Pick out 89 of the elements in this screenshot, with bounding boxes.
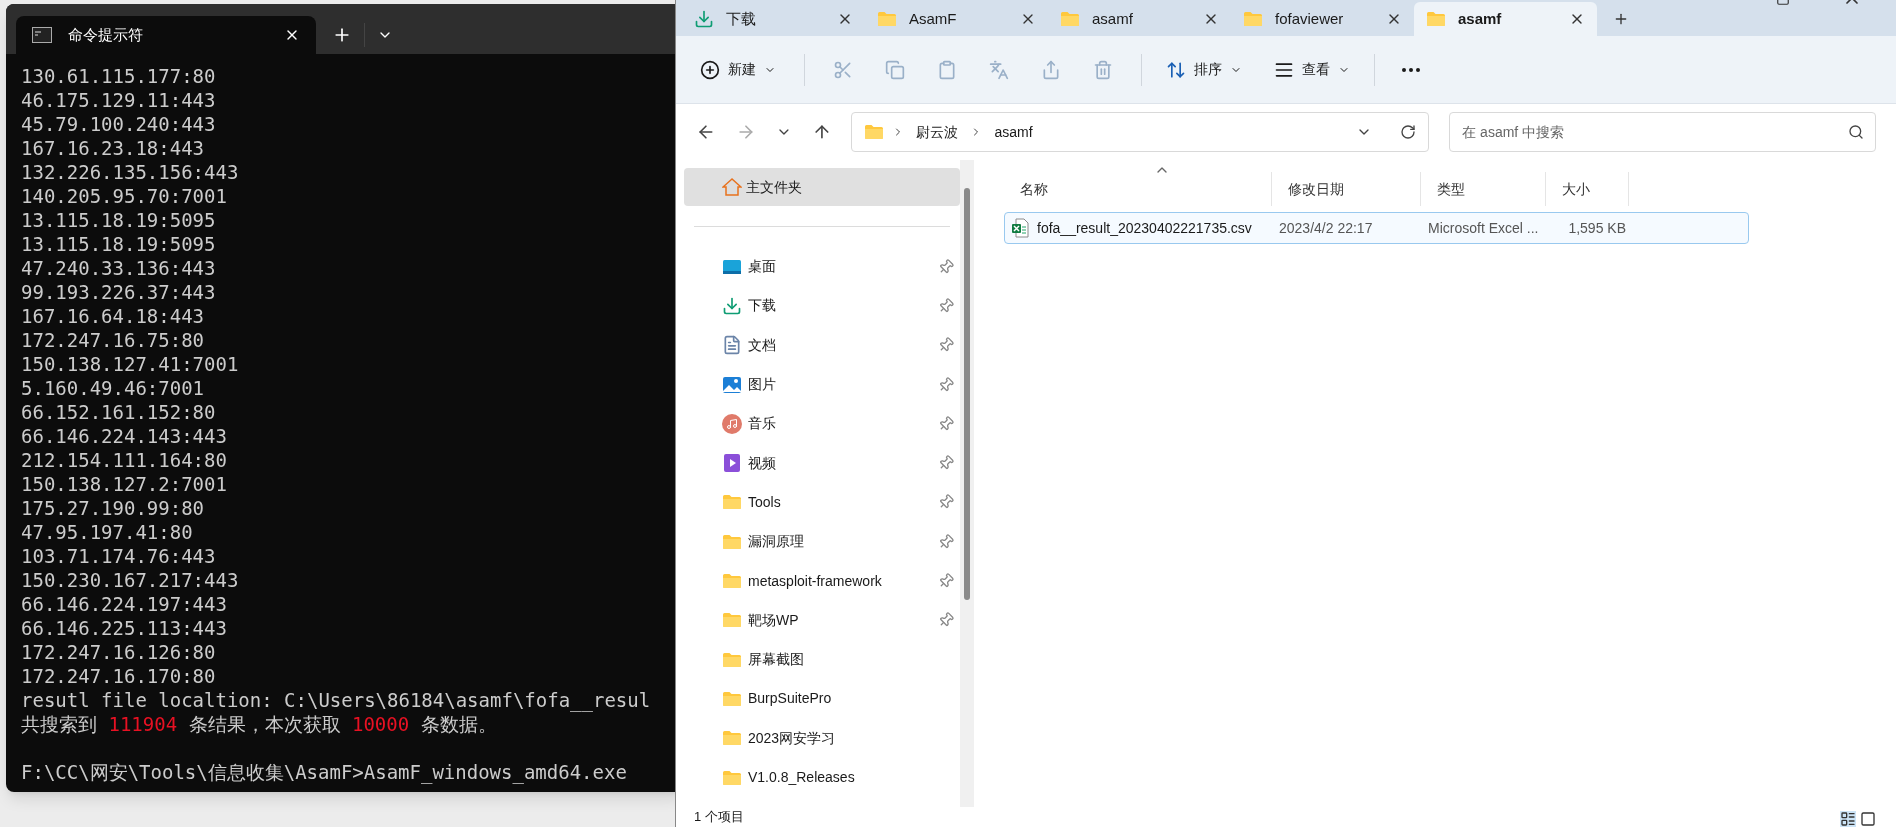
- console-line: 45.79.100.240:443: [21, 112, 217, 136]
- console-line: 13.115.18.19:5095: [21, 208, 217, 232]
- tab-title: 命令提示符: [68, 24, 144, 45]
- breadcrumb[interactable]: 尉云波: [912, 121, 963, 143]
- sort-button[interactable]: 排序: [1158, 59, 1250, 80]
- nav-item[interactable]: metasploit-framework: [684, 561, 960, 601]
- plus-circle-icon: [700, 59, 720, 80]
- console-line: 47.95.197.41:80: [21, 520, 194, 544]
- terminal-tab[interactable]: 命令提示符: [16, 16, 316, 54]
- console-line: 5.160.49.46:7001: [21, 376, 206, 400]
- spreadsheet-icon: [1011, 218, 1029, 238]
- music-icon: [722, 413, 742, 434]
- video-icon: [722, 453, 742, 474]
- console-line: 13.115.18.19:5095: [21, 232, 217, 256]
- console-line: 103.71.174.76:443: [21, 544, 217, 568]
- console-line: 66.152.161.152:80: [21, 400, 217, 424]
- console-line: 99.193.226.37:443: [21, 280, 217, 304]
- search-icon[interactable]: [1848, 124, 1864, 140]
- new-button[interactable]: 新建: [700, 59, 788, 80]
- explorer-tab[interactable]: asamf: [1414, 2, 1597, 36]
- tiles-view-icon[interactable]: [1860, 811, 1876, 827]
- console-line: 130.61.115.177:80: [21, 64, 217, 88]
- console-line: resutl file localtion: C:\Users\86184\asamf\fofa__resul: [21, 688, 652, 712]
- address-bar[interactable]: 尉云波 asamf: [851, 112, 1430, 152]
- console-line: 共搜索到 111904 条结果，本次获取 10000 条数据。: [21, 712, 498, 736]
- folder-icon: [1060, 9, 1080, 29]
- modified-date: 2023/4/2 22:17: [1278, 218, 1374, 238]
- console-line: 66.146.224.143:443: [21, 424, 228, 448]
- explorer-tab[interactable]: asamf: [1048, 2, 1231, 36]
- view-button[interactable]: 查看: [1266, 59, 1358, 80]
- file-size: 1,595 KB: [1567, 218, 1627, 238]
- search-field[interactable]: 在 asamf 中搜索: [1449, 112, 1876, 152]
- nav-item[interactable]: 文档: [684, 325, 960, 365]
- file-row[interactable]: fofa__result_20230402221735.csv 2023/4/2 22:17 Microsoft Excel ... 1,595 KB: [1004, 212, 1749, 244]
- details-view-icon[interactable]: [1840, 811, 1856, 827]
- nav-item[interactable]: 音乐: [684, 404, 960, 444]
- home-icon: [722, 177, 742, 197]
- console-line: F:\CC\网安\Tools\信息收集\AsamF>AsamF_windows_amd64.exe: [21, 760, 628, 784]
- console-line: 212.154.111.164:80: [21, 448, 228, 472]
- console-line: 150.230.167.217:443: [21, 568, 240, 592]
- file-name: fofa__result_20230402221735.csv: [1037, 218, 1252, 238]
- nav-item[interactable]: 2023网安学习: [684, 718, 960, 758]
- nav-item[interactable]: 靶场WP: [684, 600, 960, 640]
- column-header[interactable]: 名称: [1004, 172, 1272, 206]
- console-line: 150.138.127.2:7001: [21, 472, 228, 496]
- file-type: Microsoft Excel ...: [1427, 218, 1540, 238]
- nav-item[interactable]: 屏幕截图: [684, 639, 960, 680]
- status-text: 1 个项目: [694, 808, 744, 826]
- console-line: 47.240.33.136:443: [21, 256, 217, 280]
- download-icon: [694, 9, 714, 29]
- console-line: 132.226.135.156:443: [21, 160, 240, 184]
- home-item[interactable]: 主文件夹: [684, 168, 960, 206]
- folder-icon: [864, 122, 885, 142]
- new-tab-icon[interactable]: [1613, 11, 1629, 27]
- breadcrumb[interactable]: asamf: [990, 121, 1037, 143]
- explorer-tab[interactable]: AsamF: [865, 2, 1048, 36]
- folder-icon: [1243, 9, 1263, 29]
- console-line: 140.205.95.70:7001: [21, 184, 228, 208]
- nav-item[interactable]: BurpSuitePro: [684, 679, 960, 719]
- nav-item[interactable]: 下载: [684, 286, 960, 326]
- column-header[interactable]: 修改日期: [1272, 172, 1421, 206]
- download-icon: [722, 295, 742, 316]
- console-line: 150.138.127.41:7001: [21, 352, 240, 376]
- folder-icon: [1426, 9, 1446, 29]
- column-header[interactable]: 大小: [1546, 172, 1629, 206]
- nav-item[interactable]: 图片: [684, 364, 960, 405]
- console-line: 172.247.16.75:80: [21, 328, 206, 352]
- console-line: 46.175.129.11:443: [21, 88, 217, 112]
- refresh-icon[interactable]: [1400, 124, 1417, 140]
- nav-item[interactable]: 漏洞原理: [684, 522, 960, 562]
- console-line: 172.247.16.170:80: [21, 664, 217, 688]
- console-line: 175.27.190.99:80: [21, 496, 206, 520]
- explorer-tab[interactable]: fofaviewer: [1231, 2, 1414, 36]
- console-line: 167.16.23.18:443: [21, 136, 206, 160]
- explorer-tab[interactable]: 下载: [682, 2, 865, 36]
- console-line: 66.146.225.113:443: [21, 616, 228, 640]
- nav-item[interactable]: 桌面: [684, 247, 960, 287]
- terminal-icon: [32, 27, 52, 43]
- picture-icon: [722, 374, 742, 395]
- folder-icon: [877, 9, 897, 29]
- console-line: 172.247.16.126:80: [21, 640, 217, 664]
- console-line: 66.146.224.197:443: [21, 592, 228, 616]
- nav-item[interactable]: Tools: [684, 482, 960, 523]
- column-header[interactable]: 类型: [1421, 172, 1546, 206]
- nav-item[interactable]: 视频: [684, 443, 960, 483]
- nav-item[interactable]: V1.0.8_Releases: [684, 757, 960, 798]
- console-line: 167.16.64.18:443: [21, 304, 206, 328]
- folder-icon: [722, 571, 742, 591]
- document-icon: [722, 335, 742, 356]
